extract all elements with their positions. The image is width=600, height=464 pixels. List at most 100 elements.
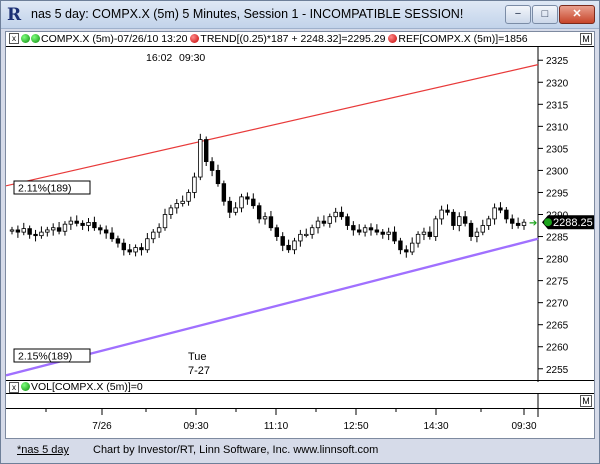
application-window: R nas 5 day: COMPX.X (5m) 5 Minutes, Ses… [0, 0, 600, 464]
price-chart-svg: 2325232023152310230523002295229022852280… [5, 47, 594, 382]
y-tick-label: 2285 [546, 233, 569, 244]
y-tick-label: 2315 [546, 100, 569, 111]
upper-channel-pct-label: 2.11%(189) [18, 183, 72, 195]
y-tick-label: 2255 [546, 365, 569, 376]
candle-body [139, 247, 144, 251]
candle-body [192, 176, 197, 193]
candle-body [433, 218, 438, 237]
candle-body [380, 231, 385, 235]
candle-body [115, 238, 121, 244]
lower-channel-pct-label: 2.15%(189) [18, 351, 72, 363]
green-dot-icon[interactable] [21, 34, 30, 43]
candle-body [498, 207, 503, 211]
close-pane-icon[interactable]: x [9, 382, 19, 393]
candle-body [221, 183, 227, 202]
time-tick-label: 11:10 [264, 421, 289, 432]
candle-body [280, 236, 285, 246]
red-dot-icon[interactable] [190, 34, 200, 43]
candle-body [74, 220, 79, 224]
price-chart[interactable]: 2325232023152310230523002295229022852280… [5, 47, 594, 382]
candle-body [492, 207, 497, 220]
candle-body [156, 227, 162, 233]
candle-body [151, 231, 156, 240]
candle-body [345, 216, 350, 226]
red-dot-icon[interactable] [388, 34, 398, 43]
candle-body [421, 231, 427, 235]
candle-body [186, 192, 191, 202]
candle-body [204, 139, 209, 163]
candle-body [309, 227, 315, 235]
candle-body [339, 211, 344, 218]
y-tick-label: 2305 [546, 144, 569, 155]
maximize-pane-icon[interactable]: M [580, 33, 592, 45]
candle-body [274, 227, 280, 237]
candle-body [215, 170, 221, 185]
candle-body [362, 227, 368, 233]
time-axis: 7/26 09:30 11:10 12:50 14:30 09:30 [6, 408, 594, 438]
candle-body [427, 231, 433, 237]
candle-body [50, 227, 56, 231]
candle-body [315, 220, 321, 229]
candle-body [239, 196, 244, 209]
price-legend-label[interactable]: COMPX.X (5m)-07/26/10 13:20 [41, 33, 187, 45]
status-bar: *nas 5 day Chart by Investor/RT, Linn So… [5, 441, 595, 461]
candle-body [103, 229, 109, 234]
legend-bar: x COMPX.X (5m)-07/26/10 13:20 TREND[(0.25… [6, 32, 594, 47]
candle-body [15, 229, 21, 233]
candle-body [209, 161, 215, 171]
candle-body [374, 229, 380, 233]
candle-body [98, 227, 103, 231]
candle-body [27, 228, 32, 235]
candle-body [92, 222, 97, 229]
candle-body [133, 247, 138, 253]
price-arrow-icon: ➔ [529, 218, 537, 229]
candle-body [56, 227, 62, 232]
session-time-2: 09:30 [179, 52, 205, 64]
candle-body [510, 218, 515, 224]
current-price-value: 2288.25 [553, 217, 593, 229]
window-title: nas 5 day: COMPX.X (5m) 5 Minutes, Sessi… [31, 7, 464, 21]
candle-body [521, 221, 527, 226]
candle-body [457, 216, 462, 226]
candle-body [168, 207, 174, 215]
y-tick-label: 2275 [546, 277, 569, 288]
title-bar: R nas 5 day: COMPX.X (5m) 5 Minutes, Ses… [1, 1, 599, 29]
minimize-button[interactable]: − [505, 5, 531, 24]
maximize-volume-pane-icon[interactable]: M [580, 395, 592, 407]
current-price-badge: 2288.25 ➔ [529, 215, 594, 230]
volume-pane[interactable]: M [6, 394, 594, 408]
time-tick-label: 7/26 [92, 421, 112, 432]
candle-body [504, 209, 509, 220]
y-tick-label: 2310 [546, 122, 569, 133]
date-label: 7-27 [188, 365, 210, 377]
volume-legend-label[interactable]: VOL[COMPX.X (5m)]=0 [31, 381, 143, 393]
candle-body [386, 231, 391, 235]
candle-body [86, 222, 91, 226]
candle-body [321, 220, 327, 224]
candle-body [45, 229, 50, 233]
candle-body [39, 231, 44, 237]
candle-body [451, 211, 456, 226]
candle-body [145, 238, 150, 251]
candle-body [351, 225, 356, 231]
close-button[interactable]: ✕ [559, 5, 595, 24]
page-tab-nas-5-day[interactable]: *nas 5 day [17, 442, 69, 458]
ref-legend-label[interactable]: REF[COMPX.X (5m)]=1856 [398, 33, 527, 45]
candle-body [198, 139, 203, 178]
green-dot-icon[interactable] [31, 34, 40, 43]
app-logo-icon[interactable]: R [7, 6, 25, 24]
time-tick-label: 09:30 [183, 421, 208, 432]
candle-body [251, 198, 256, 207]
candle-body [62, 223, 68, 232]
maximize-button[interactable]: □ [532, 5, 558, 24]
candle-body [256, 205, 262, 220]
green-dot-icon[interactable] [21, 382, 30, 391]
candle-body [245, 196, 250, 200]
candle-body [398, 240, 403, 251]
y-tick-label: 2265 [546, 321, 569, 332]
trend-legend-label[interactable]: TREND[(0.25)*187 + 2248.32]=2295.29 [200, 33, 385, 45]
candle-body [368, 227, 374, 231]
candle-body [439, 209, 444, 220]
candle-body [515, 222, 521, 226]
close-pane-icon[interactable]: x [9, 33, 19, 44]
